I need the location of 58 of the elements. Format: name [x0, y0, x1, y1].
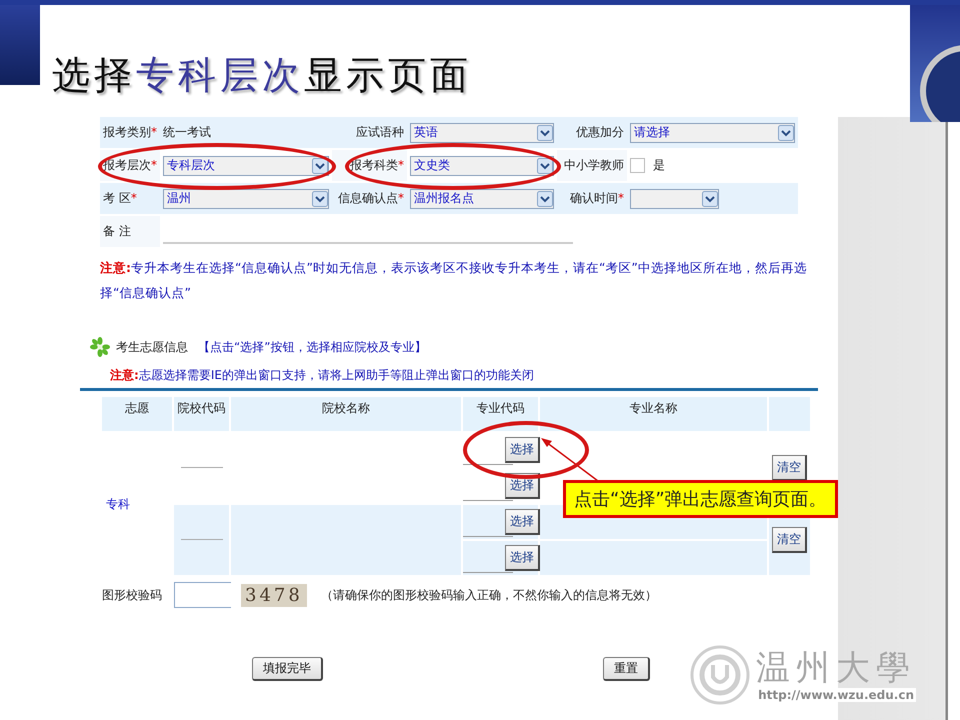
- dropdown[interactable]: 温州: [163, 188, 329, 208]
- select-button[interactable]: 选择: [505, 509, 540, 535]
- required-mark: *: [151, 158, 157, 172]
- required-mark: *: [130, 191, 137, 205]
- captcha-note: （请确保你的图形校验码输入正确，不然你输入的信息将无效）: [320, 586, 657, 604]
- field-label: 报考类别: [103, 125, 151, 139]
- required-mark: *: [398, 158, 404, 172]
- dropdown[interactable]: [630, 188, 719, 208]
- captcha-image: 3478: [241, 584, 307, 606]
- field-label: 优惠加分: [576, 125, 624, 139]
- column-header: 志愿: [102, 397, 172, 431]
- required-mark: *: [618, 191, 624, 205]
- caret-icon: [312, 190, 328, 206]
- caret-icon: [702, 190, 718, 206]
- dropdown[interactable]: 英语: [410, 122, 554, 142]
- slide-title: 选择专科层次显示页面: [52, 52, 472, 98]
- dropdown[interactable]: 请选择: [630, 122, 795, 142]
- clear-button[interactable]: 清空: [772, 527, 807, 553]
- column-header: 专业名称: [540, 397, 767, 431]
- field-label: 备 注: [103, 224, 131, 238]
- required-mark: *: [151, 125, 157, 139]
- checkbox[interactable]: [630, 158, 645, 173]
- dropdown[interactable]: 文史类: [410, 156, 554, 176]
- caret-icon: [537, 158, 553, 174]
- form-button[interactable]: 重置: [603, 657, 650, 681]
- section-title: 考生志愿信息: [116, 338, 188, 356]
- checkbox-label: 是: [653, 157, 665, 174]
- level-text: 专科: [106, 496, 130, 510]
- caret-icon: [778, 124, 794, 140]
- field-label: 中小学教师: [564, 158, 624, 172]
- caret-icon: [312, 158, 328, 174]
- select-button[interactable]: 选择: [505, 437, 540, 463]
- column-header: 专业代码: [463, 397, 538, 431]
- captcha-label: 图形校验码: [102, 588, 162, 602]
- column-header: 院校名称: [231, 397, 461, 431]
- caret-icon: [537, 124, 553, 140]
- field-value: 统一考试: [163, 125, 211, 139]
- dropdown[interactable]: 专科层次: [163, 156, 329, 176]
- form-button[interactable]: 填报完毕: [252, 657, 323, 681]
- clear-button[interactable]: 清空: [772, 455, 807, 481]
- required-mark: *: [398, 191, 404, 205]
- arrow: [541, 438, 598, 482]
- dropdown[interactable]: 温州报名点: [410, 188, 554, 208]
- university-url: http://www.wzu.edu.cn: [756, 688, 916, 702]
- notice-text: 注意:志愿选择需要IE的弹出窗口支持，请将上网助手等阻止弹出窗口的功能关闭: [110, 367, 535, 384]
- field-label: 考 区: [103, 191, 131, 205]
- field-label: 信息确认点: [338, 191, 398, 205]
- notice-text: 注意:专升本考生在选择“信息确认点”时如无信息，表示该考区不接收专升本考生，请在“考区”中选择地区所在地，然后再选择“信息确认点”: [100, 259, 808, 302]
- section-hint: 【点击“选择”按钮，选择相应院校及专业】: [198, 338, 426, 356]
- field-label: 应试语种: [356, 125, 404, 139]
- select-button[interactable]: 选择: [505, 545, 540, 571]
- field-label: 确认时间: [570, 191, 618, 205]
- caret-icon: [537, 190, 553, 206]
- university-emblem-icon: [690, 645, 750, 705]
- callout-box: 点击“选择”弹出志愿查询页面。: [563, 480, 838, 518]
- university-name: 温州大學: [756, 648, 916, 688]
- column-header: 院校代码: [174, 397, 229, 431]
- flower-icon: [90, 337, 110, 357]
